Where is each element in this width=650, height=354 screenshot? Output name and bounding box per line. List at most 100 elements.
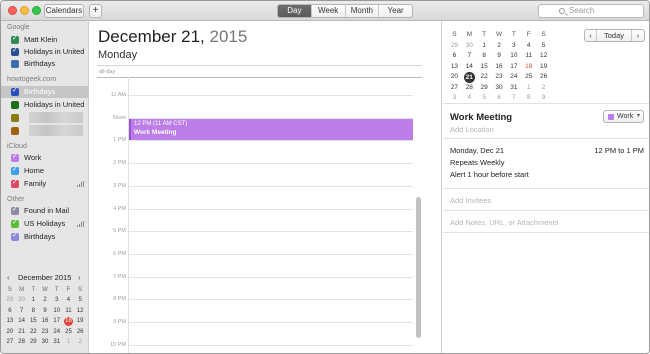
mini-calendar-day[interactable]: 11 bbox=[521, 51, 536, 62]
calendar-checkbox[interactable] bbox=[11, 165, 19, 175]
add-location-field[interactable]: Add Location bbox=[450, 125, 494, 134]
calendar-checkbox[interactable] bbox=[11, 231, 19, 241]
mini-calendar-day[interactable]: 16 bbox=[39, 316, 51, 326]
mini-calendar-day[interactable]: 27 bbox=[447, 83, 462, 94]
mini-calendar-day[interactable]: 4 bbox=[462, 93, 477, 104]
mini-calendar-day[interactable]: 26 bbox=[74, 327, 86, 337]
mini-calendar-day[interactable]: 27 bbox=[4, 337, 16, 347]
mini-calendar-day[interactable]: 31 bbox=[506, 83, 521, 94]
minimize-window-button[interactable] bbox=[20, 6, 29, 15]
add-event-button[interactable]: + bbox=[89, 4, 102, 18]
mini-calendar-day[interactable]: 1 bbox=[27, 295, 39, 305]
calendar-checkbox[interactable] bbox=[11, 152, 19, 162]
add-invitees-field[interactable]: Add Invitees bbox=[450, 196, 491, 205]
mini-calendar-day[interactable]: 21 bbox=[462, 72, 477, 83]
calendar-checkbox[interactable] bbox=[11, 114, 19, 122]
today-button[interactable]: Today bbox=[597, 30, 632, 41]
close-window-button[interactable] bbox=[8, 6, 17, 15]
mini-calendar-day[interactable]: 10 bbox=[506, 51, 521, 62]
sidebar-item-family[interactable]: Family bbox=[1, 178, 89, 190]
tab-day[interactable]: Day bbox=[278, 5, 312, 17]
mini-calendar-day[interactable]: 22 bbox=[477, 72, 492, 83]
event-work-meeting[interactable]: 12 PM (11 AM CST) Work Meeting bbox=[129, 119, 413, 140]
next-day-button[interactable]: › bbox=[632, 30, 644, 41]
mini-calendar-day[interactable]: 17 bbox=[506, 62, 521, 73]
mini-calendar-day[interactable]: 20 bbox=[4, 327, 16, 337]
mini-calendar-day[interactable]: 2 bbox=[492, 41, 507, 52]
calendar-checkbox[interactable] bbox=[11, 46, 19, 56]
calendar-checkbox[interactable] bbox=[11, 101, 19, 109]
calendar-checkbox[interactable] bbox=[11, 205, 19, 215]
event-date[interactable]: Monday, Dec 21 bbox=[450, 146, 504, 155]
calendar-checkbox[interactable] bbox=[11, 34, 19, 44]
mini-calendar-day[interactable]: 22 bbox=[27, 327, 39, 337]
mini-calendar-day[interactable]: 12 bbox=[536, 51, 551, 62]
event-repeat[interactable]: Repeats Weekly bbox=[450, 158, 504, 167]
vertical-scrollbar[interactable] bbox=[416, 197, 421, 338]
mini-calendar-day[interactable]: 1 bbox=[521, 83, 536, 94]
mini-calendar-day[interactable]: 2 bbox=[536, 83, 551, 94]
mini-calendar-day[interactable]: 26 bbox=[536, 72, 551, 83]
event-detail-title[interactable]: Work Meeting bbox=[450, 112, 512, 123]
zoom-window-button[interactable] bbox=[32, 6, 41, 15]
mini-calendar-day[interactable]: 3 bbox=[51, 295, 63, 305]
mini-calendar-day[interactable]: 30 bbox=[462, 41, 477, 52]
mini-calendar-day[interactable]: 6 bbox=[492, 93, 507, 104]
sidebar-item-us-holidays[interactable]: US Holidays bbox=[1, 218, 89, 230]
calendars-button[interactable]: Calendars bbox=[44, 4, 84, 18]
calendar-selector[interactable]: Work ▾ bbox=[603, 110, 644, 123]
calendar-checkbox[interactable] bbox=[11, 60, 19, 68]
sidebar-item-redacted-2[interactable] bbox=[1, 125, 89, 137]
mini-calendar-day[interactable]: 16 bbox=[492, 62, 507, 73]
calendar-checkbox[interactable] bbox=[11, 218, 19, 228]
mini-calendar-day[interactable]: 14 bbox=[16, 316, 28, 326]
mini-calendar-day[interactable]: 23 bbox=[492, 72, 507, 83]
mini-calendar-day[interactable]: 8 bbox=[521, 93, 536, 104]
mini-calendar-day[interactable]: 15 bbox=[27, 316, 39, 326]
mini-calendar-day[interactable]: 20 bbox=[447, 72, 462, 83]
sidebar-item-birthdays-google[interactable]: Birthdays bbox=[1, 58, 89, 70]
mini-calendar-day[interactable]: 7 bbox=[16, 306, 28, 316]
mini-calendar-day[interactable]: 1 bbox=[63, 337, 75, 347]
mini-calendar-day[interactable]: 24 bbox=[51, 327, 63, 337]
mini-calendar-day[interactable]: 6 bbox=[4, 306, 16, 316]
mini-calendar-day[interactable]: 9 bbox=[39, 306, 51, 316]
sidebar-item-holidays-howtogeek[interactable]: Holidays in United States bbox=[1, 99, 89, 111]
mini-calendar-day[interactable]: 4 bbox=[521, 41, 536, 52]
mini-calendar-day[interactable]: 14 bbox=[462, 62, 477, 73]
mini-calendar-day[interactable]: 1 bbox=[477, 41, 492, 52]
sidebar-item-work[interactable]: Work bbox=[1, 152, 89, 164]
sidebar-item-found-in-mail[interactable]: Found in Mail bbox=[1, 205, 89, 217]
mini-calendar-day[interactable]: 13 bbox=[4, 316, 16, 326]
sidebar-item-home[interactable]: Home bbox=[1, 165, 89, 177]
tab-week[interactable]: Week bbox=[312, 5, 346, 17]
mini-calendar-day[interactable]: 5 bbox=[477, 93, 492, 104]
previous-day-button[interactable]: ‹ bbox=[585, 30, 597, 41]
mini-calendar-day[interactable]: 28 bbox=[462, 83, 477, 94]
mini-calendar-day[interactable]: 19 bbox=[74, 316, 86, 326]
mini-calendar-day[interactable]: 18 bbox=[63, 316, 75, 327]
sidebar-item-birthdays-other[interactable]: Birthdays bbox=[1, 231, 89, 243]
sidebar-item-holidays-google[interactable]: Holidays in United States bbox=[1, 46, 89, 58]
calendar-checkbox[interactable] bbox=[11, 86, 19, 96]
mini-calendar-day[interactable]: 8 bbox=[27, 306, 39, 316]
mini-calendar-day[interactable]: 29 bbox=[477, 83, 492, 94]
mini-calendar-day[interactable]: 29 bbox=[4, 295, 16, 305]
calendar-checkbox[interactable] bbox=[11, 178, 19, 188]
sidebar-item-matt-klein[interactable]: Matt Klein bbox=[1, 34, 89, 46]
mini-calendar-day[interactable]: 17 bbox=[51, 316, 63, 326]
mini-calendar-day[interactable]: 4 bbox=[63, 295, 75, 305]
mini-calendar-day[interactable]: 5 bbox=[74, 295, 86, 305]
mini-calendar-day[interactable]: 2 bbox=[74, 337, 86, 347]
mini-calendar-day[interactable]: 28 bbox=[16, 337, 28, 347]
mini-calendar-day[interactable]: 23 bbox=[39, 327, 51, 337]
chevron-left-icon[interactable]: ‹ bbox=[7, 273, 10, 282]
mini-calendar-day[interactable]: 31 bbox=[51, 337, 63, 347]
mini-calendar-day[interactable]: 9 bbox=[492, 51, 507, 62]
event-alert[interactable]: Alert 1 hour before start bbox=[450, 170, 529, 179]
mini-calendar-day[interactable]: 7 bbox=[506, 93, 521, 104]
sidebar-item-redacted-1[interactable] bbox=[1, 112, 89, 124]
mini-calendar-day[interactable]: 3 bbox=[447, 93, 462, 104]
search-input[interactable]: Search bbox=[538, 4, 644, 18]
mini-calendar-day[interactable]: 18 bbox=[521, 62, 536, 73]
